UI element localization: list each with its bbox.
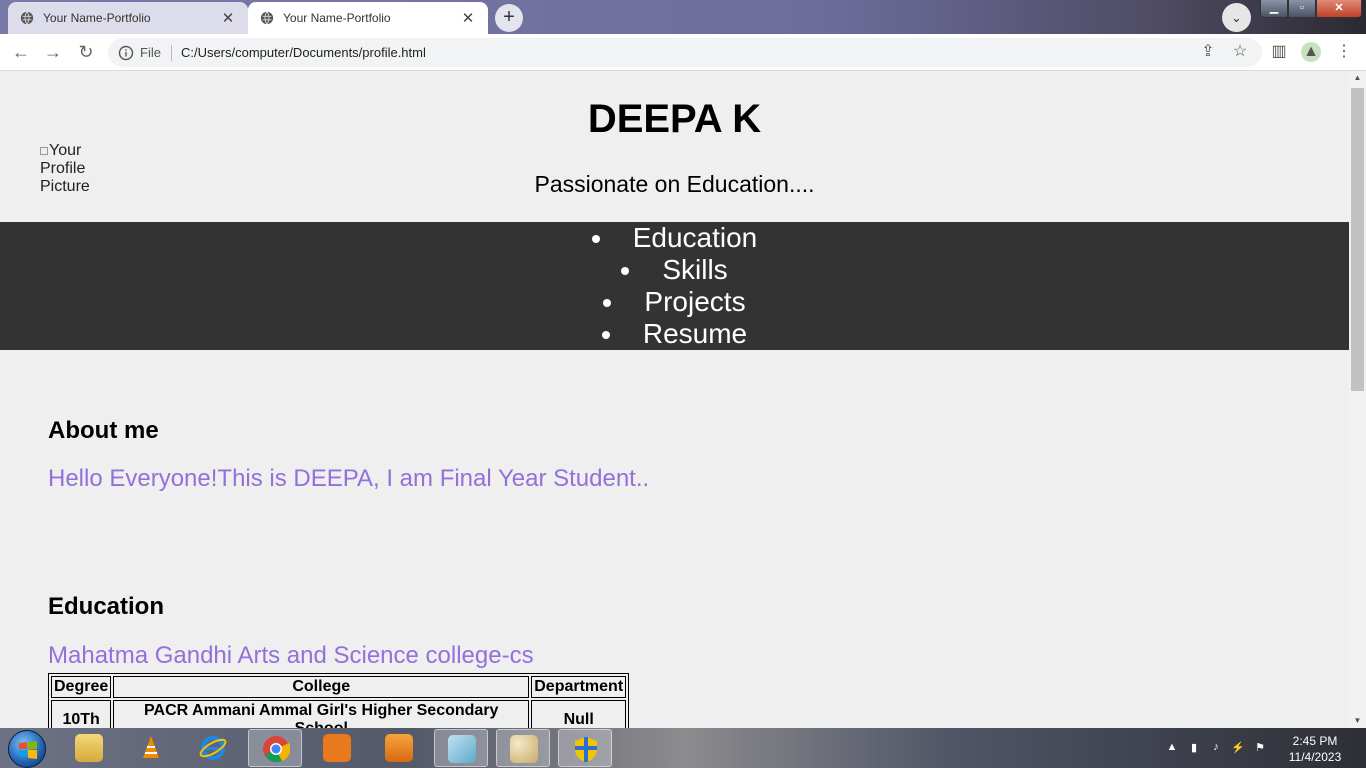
table-row: 10Th PACR Ammani Ammal Girl's Higher Sec… bbox=[51, 700, 627, 728]
start-button[interactable] bbox=[8, 730, 46, 768]
nav-item-skills[interactable]: Skills bbox=[0, 254, 1349, 286]
taskbar-chrome[interactable] bbox=[248, 729, 302, 767]
clock-date: 11/4/2023 bbox=[1288, 750, 1342, 764]
media-player-icon bbox=[385, 734, 413, 762]
column-header: College bbox=[113, 676, 530, 698]
tab-title: Your Name-Portfolio bbox=[43, 11, 151, 25]
action-center-flag-icon[interactable]: ⚑ bbox=[1252, 741, 1268, 755]
table-cell: 10Th bbox=[51, 700, 112, 728]
globe-icon bbox=[20, 11, 34, 25]
vlc-cone-icon bbox=[143, 736, 159, 758]
side-panel-icon[interactable]: ▥ bbox=[1269, 42, 1289, 62]
nav-label[interactable]: Skills bbox=[662, 254, 727, 285]
taskbar-clock[interactable]: 2:45 PM 11/4/2023 bbox=[1285, 733, 1345, 765]
broken-image-icon bbox=[40, 147, 48, 155]
pdf-icon bbox=[323, 734, 351, 762]
vertical-scrollbar[interactable]: ▲ ▼ bbox=[1349, 71, 1366, 728]
taskbar-paint[interactable] bbox=[496, 729, 550, 767]
scroll-down-icon[interactable]: ▼ bbox=[1349, 714, 1366, 728]
browser-tab-2[interactable]: Your Name-Portfolio ✕ bbox=[248, 2, 488, 34]
nav-label[interactable]: Resume bbox=[643, 318, 747, 349]
education-table: Degree College Department 10Th PACR Amma… bbox=[48, 673, 630, 728]
new-tab-button[interactable]: + bbox=[495, 4, 523, 32]
windows-logo-icon bbox=[19, 741, 37, 759]
browser-tab-1[interactable]: Your Name-Portfolio ✕ bbox=[8, 2, 248, 34]
table-header-row: Degree College Department bbox=[51, 676, 627, 698]
nav-item-resume[interactable]: Resume bbox=[0, 318, 1349, 350]
address-divider bbox=[170, 44, 172, 61]
college-name: Mahatma Gandhi Arts and Science college-… bbox=[48, 642, 534, 669]
scrollbar-thumb[interactable] bbox=[1351, 88, 1364, 391]
tab-search-button[interactable]: ⌄ bbox=[1222, 3, 1251, 32]
table-cell: PACR Ammani Ammal Girl's Higher Secondar… bbox=[113, 700, 530, 728]
taskbar-internet-explorer[interactable] bbox=[186, 729, 240, 767]
nav-item-projects[interactable]: Projects bbox=[0, 286, 1349, 318]
tab-title: Your Name-Portfolio bbox=[283, 11, 391, 25]
share-icon[interactable]: ⇪ bbox=[1198, 42, 1218, 62]
close-tab-icon[interactable]: ✕ bbox=[460, 9, 476, 27]
table-cell: Null bbox=[531, 700, 627, 728]
chrome-icon bbox=[263, 736, 290, 763]
close-window-button[interactable]: ✕ bbox=[1316, 0, 1362, 18]
scheme-label: File bbox=[140, 45, 161, 60]
close-tab-icon[interactable]: ✕ bbox=[220, 9, 236, 27]
info-icon[interactable] bbox=[118, 45, 134, 61]
address-bar[interactable]: File C:/Users/computer/Documents/profile… bbox=[108, 38, 1262, 67]
url-text[interactable]: C:/Users/computer/Documents/profile.html bbox=[181, 45, 426, 60]
volume-icon[interactable]: ♪ bbox=[1208, 741, 1224, 755]
menu-kebab-icon[interactable]: ⋮ bbox=[1334, 42, 1354, 62]
taskbar-notepad[interactable] bbox=[434, 729, 488, 767]
education-heading: Education bbox=[48, 593, 165, 620]
minimize-button[interactable]: ▁ bbox=[1260, 0, 1288, 18]
network-signal-icon[interactable]: ▮ bbox=[1186, 741, 1202, 755]
tagline: Passionate on Education.... bbox=[534, 171, 815, 197]
paint-palette-icon bbox=[510, 735, 538, 763]
power-icon[interactable]: ⚡ bbox=[1230, 741, 1246, 755]
forward-icon[interactable]: → bbox=[40, 40, 66, 66]
notepad-icon bbox=[448, 735, 476, 763]
nav-label[interactable]: Projects bbox=[644, 286, 745, 317]
windows-taskbar: ▲ ▮ ♪ ⚡ ⚑ 2:45 PM 11/4/2023 bbox=[0, 728, 1366, 768]
about-text: Hello Everyone!This is DEEPA, I am Final… bbox=[48, 465, 650, 492]
bookmark-star-icon[interactable]: ☆ bbox=[1230, 42, 1250, 62]
shield-icon bbox=[575, 737, 597, 762]
taskbar-pdf-reader[interactable] bbox=[310, 729, 364, 767]
nav-item-education[interactable]: Education bbox=[0, 222, 1349, 254]
profile-avatar-icon[interactable]: ▲ bbox=[1301, 42, 1321, 62]
back-icon[interactable]: ← bbox=[8, 40, 34, 66]
column-header: Department bbox=[531, 676, 627, 698]
scroll-up-icon[interactable]: ▲ bbox=[1349, 71, 1366, 85]
clock-time: 2:45 PM bbox=[1292, 734, 1338, 748]
taskbar-media-player[interactable] bbox=[372, 729, 426, 767]
taskbar-explorer[interactable] bbox=[62, 729, 116, 767]
tab-strip: Your Name-Portfolio ✕ Your Name-Portfoli… bbox=[0, 0, 1366, 34]
column-header: Degree bbox=[51, 676, 112, 698]
page-viewport: Your Profile Picture DEEPA K Passionate … bbox=[0, 71, 1349, 728]
nav-label[interactable]: Education bbox=[633, 222, 758, 253]
internet-explorer-icon bbox=[199, 736, 227, 760]
folder-icon bbox=[75, 734, 103, 762]
taskbar-security[interactable] bbox=[558, 729, 612, 767]
globe-icon bbox=[260, 11, 274, 25]
taskbar-vlc[interactable] bbox=[124, 729, 178, 767]
reload-icon[interactable]: ↻ bbox=[73, 40, 99, 66]
page-title: DEEPA K bbox=[587, 97, 762, 141]
about-heading: About me bbox=[48, 417, 159, 444]
show-hidden-icons-icon[interactable]: ▲ bbox=[1164, 741, 1180, 755]
main-nav: Education Skills Projects Resume bbox=[0, 222, 1349, 350]
browser-toolbar: ← → ↻ File C:/Users/computer/Documents/p… bbox=[0, 34, 1366, 71]
maximize-button[interactable]: ▫ bbox=[1288, 0, 1316, 18]
